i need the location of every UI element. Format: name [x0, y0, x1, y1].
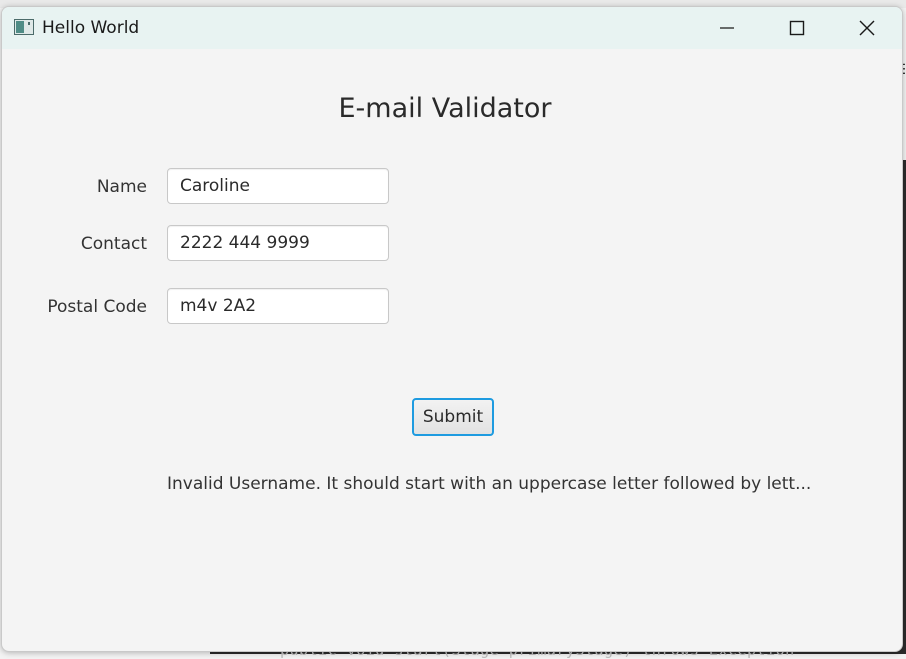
window-title: Hello World: [42, 18, 140, 38]
app-icon: [14, 19, 34, 35]
minimize-icon: [720, 27, 734, 29]
close-button[interactable]: [844, 7, 890, 49]
name-label: Name: [96, 177, 147, 197]
postal-code-label: Postal Code: [47, 297, 147, 317]
title-bar[interactable]: Hello World: [2, 7, 902, 49]
maximize-icon: [789, 20, 805, 36]
page-title: E-mail Validator: [338, 93, 552, 124]
validation-message: Invalid Username. It should start with a…: [167, 474, 812, 494]
contact-label: Contact: [80, 234, 147, 254]
name-field[interactable]: [167, 168, 389, 204]
contact-field[interactable]: [167, 225, 389, 261]
minimize-button[interactable]: [704, 7, 750, 49]
submit-button[interactable]: Submit: [412, 398, 494, 436]
app-window: Hello World E-mail Validator Name Contac…: [1, 6, 903, 652]
close-icon: [859, 20, 875, 36]
maximize-button[interactable]: [774, 7, 820, 49]
postal-code-field[interactable]: [167, 288, 389, 324]
